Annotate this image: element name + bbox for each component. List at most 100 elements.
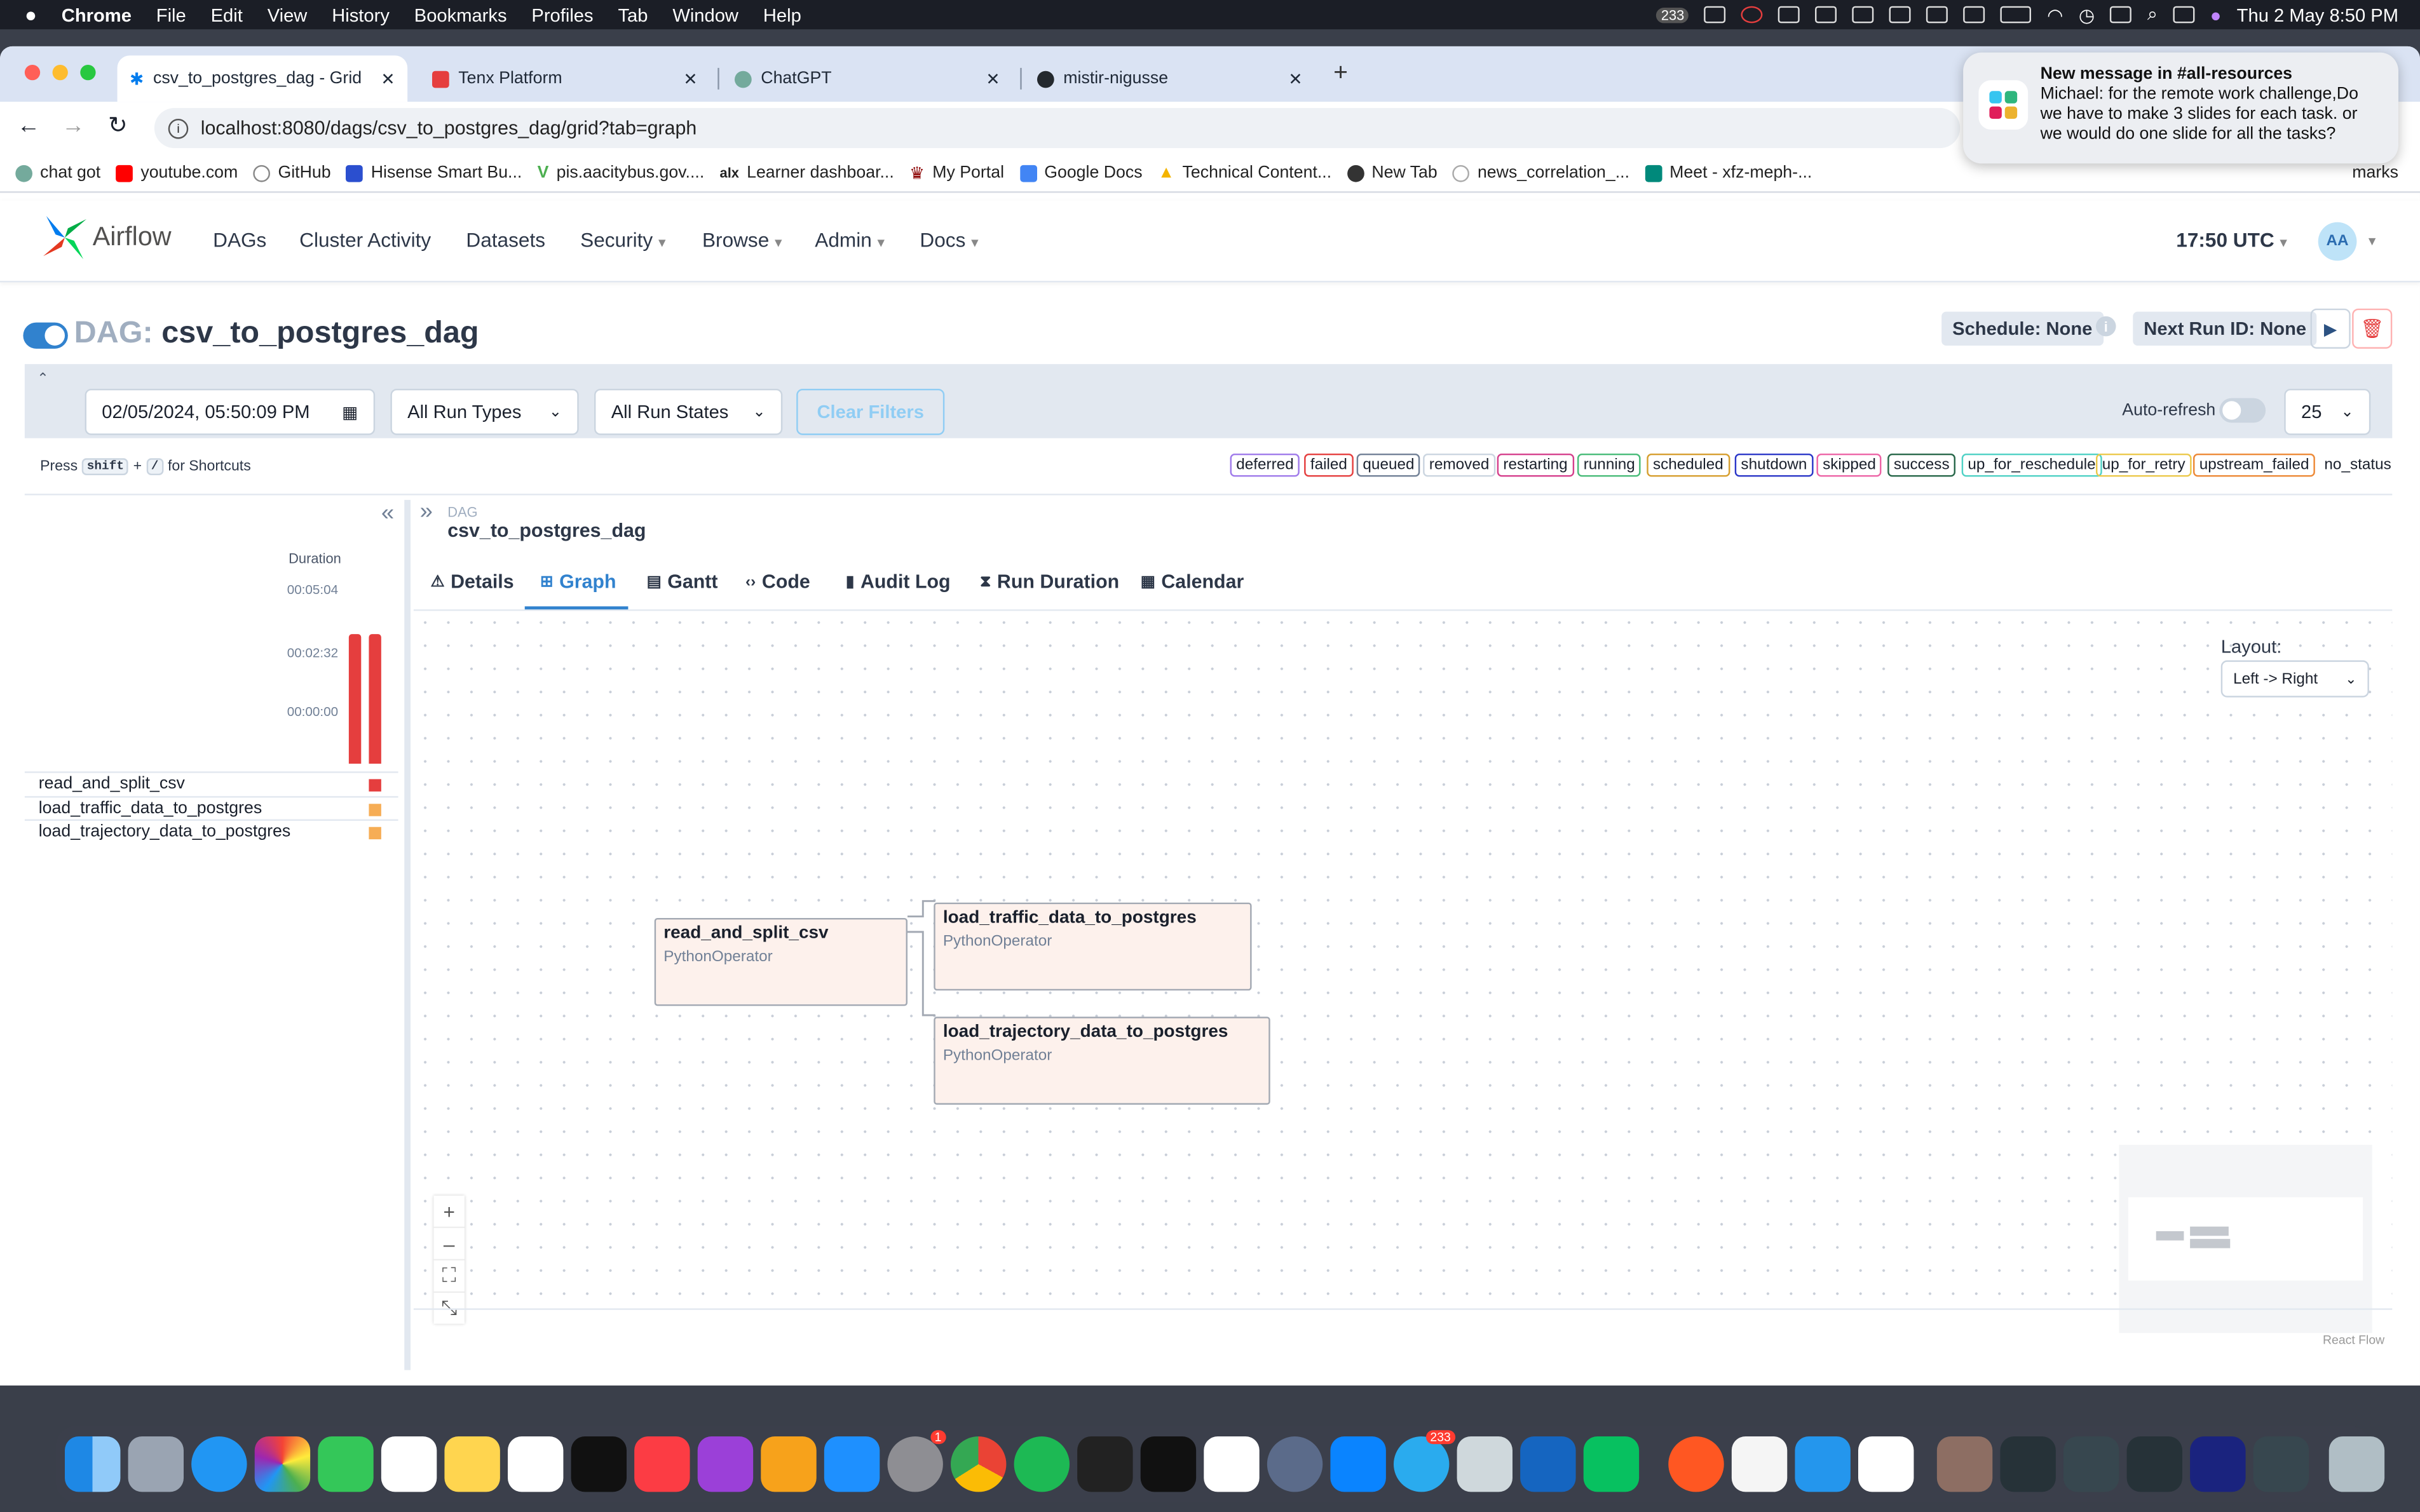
- podcasts-icon[interactable]: [697, 1436, 754, 1492]
- task-node-load-trajectory[interactable]: load_trajectory_data_to_postgres PythonO…: [934, 1016, 1270, 1105]
- wechat-icon[interactable]: [1583, 1436, 1640, 1492]
- docker-icon[interactable]: [1795, 1436, 1851, 1492]
- slack-notification[interactable]: New message in #all-resources Michael: f…: [1963, 52, 2398, 164]
- spotify-icon[interactable]: [1014, 1436, 1070, 1492]
- app-store-icon[interactable]: [824, 1436, 880, 1492]
- tab-run-duration[interactable]: ⧗ Run Duration: [980, 571, 1119, 593]
- menubar-clock[interactable]: Thu 2 May 8:50 PM: [2237, 4, 2398, 25]
- pages-icon[interactable]: [761, 1436, 817, 1492]
- activity-monitor-icon[interactable]: [1140, 1436, 1197, 1492]
- task-row[interactable]: load_trajectory_data_to_postgres: [24, 819, 398, 844]
- menu-view[interactable]: View: [268, 4, 308, 25]
- nav-docs[interactable]: Docs ▼: [920, 228, 981, 251]
- menu-bookmarks[interactable]: Bookmarks: [414, 4, 507, 25]
- vscode-icon[interactable]: [1330, 1436, 1386, 1492]
- music-icon[interactable]: [634, 1436, 690, 1492]
- launchpad-icon[interactable]: [128, 1436, 184, 1492]
- window-thumbnail[interactable]: [2190, 1436, 2246, 1492]
- battery-icon[interactable]: [2001, 6, 2032, 24]
- close-icon[interactable]: ✕: [986, 69, 1000, 88]
- menu-help[interactable]: Help: [763, 4, 801, 25]
- proxyman-icon[interactable]: [1267, 1436, 1323, 1492]
- menu-tab[interactable]: Tab: [618, 4, 648, 25]
- reload-icon[interactable]: ↻: [108, 111, 128, 138]
- telegram-icon[interactable]: 233: [1393, 1430, 1456, 1492]
- bookmark-google-docs[interactable]: Google Docs: [1019, 163, 1143, 182]
- bookmark-portal[interactable]: ♛ My Portal: [909, 163, 1004, 182]
- menu-file[interactable]: File: [156, 4, 186, 25]
- run-bar[interactable]: [348, 634, 362, 764]
- menu-edit[interactable]: Edit: [211, 4, 243, 25]
- tab-tenx[interactable]: Tenx Platform ✕: [420, 55, 710, 102]
- new-tab-button[interactable]: +: [1333, 60, 1348, 88]
- forward-icon[interactable]: →: [62, 112, 85, 138]
- nav-datasets[interactable]: Datasets: [466, 228, 545, 251]
- tab-graph[interactable]: ⊞ Graph: [540, 571, 616, 593]
- reminders-icon[interactable]: [381, 1436, 437, 1492]
- wechat-icon[interactable]: [1778, 6, 1800, 24]
- notes-icon[interactable]: [444, 1436, 500, 1492]
- bookmark-technical[interactable]: ▲ Technical Content...: [1158, 163, 1331, 182]
- bookmark-chat-got[interactable]: chat got: [15, 163, 100, 182]
- clear-filters-button[interactable]: Clear Filters: [796, 388, 945, 435]
- zoom-out-button[interactable]: –: [433, 1228, 465, 1261]
- grid-icon[interactable]: [1815, 6, 1837, 24]
- run-bar[interactable]: [369, 634, 381, 764]
- menu-window[interactable]: Window: [672, 4, 738, 25]
- terminal-icon[interactable]: [1077, 1436, 1133, 1492]
- minimize-window-button[interactable]: [52, 64, 68, 81]
- bookmark-news[interactable]: news_correlation_...: [1453, 163, 1629, 182]
- nav-admin[interactable]: Admin ▼: [815, 228, 887, 251]
- window-thumbnail[interactable]: [2000, 1436, 2056, 1492]
- back-icon[interactable]: ←: [17, 112, 40, 138]
- tab-gantt[interactable]: ▤ Gantt: [647, 571, 718, 593]
- user-avatar[interactable]: AA: [2318, 222, 2357, 261]
- nav-dags[interactable]: DAGs: [213, 228, 266, 251]
- tab-chatgpt[interactable]: ChatGPT ✕: [723, 55, 1013, 102]
- screen-mirror-icon[interactable]: [2110, 6, 2132, 24]
- zoom-in-button[interactable]: +: [433, 1196, 465, 1229]
- tab-github[interactable]: mistir-nigusse ✕: [1025, 55, 1315, 102]
- info-icon[interactable]: i: [2095, 316, 2116, 337]
- bookmark-meet[interactable]: Meet - xfz-meph-...: [1645, 163, 1812, 182]
- graph-canvas[interactable]: Layout: Left -> Right ⌄ read_and_split_c…: [413, 611, 2393, 1347]
- menu-app-name[interactable]: Chrome: [62, 4, 132, 25]
- url-text[interactable]: localhost:8080/dags/csv_to_postgres_dag/…: [201, 118, 697, 139]
- nav-cluster-activity[interactable]: Cluster Activity: [299, 228, 431, 251]
- task-instance-square[interactable]: [369, 803, 381, 816]
- auto-refresh-toggle[interactable]: [2219, 398, 2266, 423]
- calendar-icon[interactable]: ▦: [342, 402, 358, 422]
- xcode-icon[interactable]: [1520, 1436, 1576, 1492]
- all-bookmarks[interactable]: marks: [2352, 163, 2398, 182]
- timezone-menu[interactable]: 17:50 UTC ▼: [2176, 228, 2290, 251]
- window-thumbnail[interactable]: [2126, 1436, 2182, 1492]
- brave-icon[interactable]: [1668, 1436, 1724, 1492]
- slack-icon[interactable]: [1858, 1436, 1914, 1492]
- bookmark-new-tab[interactable]: New Tab: [1347, 163, 1438, 182]
- run-state-select[interactable]: All Run States ⌄: [594, 388, 783, 435]
- status-icon[interactable]: [1704, 6, 1726, 24]
- photos-icon[interactable]: [254, 1436, 311, 1492]
- tab-calendar[interactable]: ▦ Calendar: [1141, 571, 1244, 593]
- user-photo-icon[interactable]: [1936, 1436, 1993, 1492]
- expand-detail-icon[interactable]: »: [420, 498, 433, 524]
- delete-dag-button[interactable]: 🗑: [2352, 308, 2393, 349]
- freeform-icon[interactable]: [507, 1436, 564, 1492]
- link-icon[interactable]: [1889, 6, 1912, 24]
- tab-code[interactable]: ‹› Code: [745, 571, 810, 593]
- bookmark-learner[interactable]: alx Learner dashboar...: [720, 163, 894, 182]
- task-node-read-and-split-csv[interactable]: read_and_split_csv PythonOperator: [654, 917, 908, 1006]
- facetime-icon[interactable]: [318, 1436, 374, 1492]
- collapse-filters-icon[interactable]: ⌃: [37, 370, 48, 388]
- collapse-grid-icon[interactable]: «: [381, 500, 394, 526]
- preview-icon[interactable]: [1457, 1436, 1512, 1492]
- chrome-icon[interactable]: [950, 1436, 1007, 1492]
- panel-resize-handle[interactable]: [404, 499, 411, 1370]
- task-instance-square[interactable]: [369, 827, 381, 840]
- trigger-dag-button[interactable]: ▶: [2310, 308, 2351, 349]
- minimap[interactable]: [2119, 1144, 2372, 1333]
- dag-pause-toggle[interactable]: [23, 322, 68, 349]
- tab-audit-log[interactable]: ▮ Audit Log: [846, 571, 951, 593]
- status-icon[interactable]: [1741, 6, 1764, 24]
- close-icon[interactable]: ✕: [683, 69, 697, 88]
